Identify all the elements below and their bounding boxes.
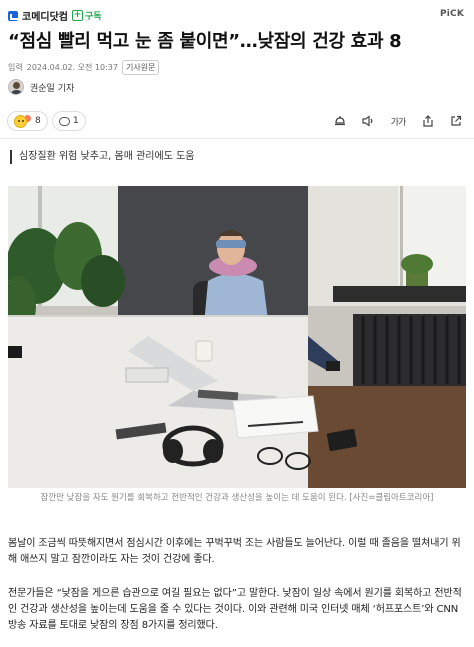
- top-bar: 코메디닷컴 + 구독 PiCK: [0, 0, 474, 30]
- press-brand[interactable]: 코메디닷컴 + 구독: [8, 8, 102, 23]
- plus-icon: +: [72, 10, 83, 21]
- reporter-info[interactable]: 권순일 기자: [8, 79, 74, 95]
- brand-logo-icon: [8, 10, 18, 21]
- share-icon[interactable]: [420, 113, 436, 129]
- reaction-count: 8: [35, 116, 41, 126]
- article-photo: [8, 186, 466, 488]
- subscribe-button[interactable]: + 구독: [72, 9, 102, 22]
- article-paragraph-1: 봄날이 조금씩 따뜻해지면서 점심시간 이후에는 꾸벅꾸벅 조는 사람들도 늘어…: [8, 538, 461, 565]
- subscribe-label: 구독: [85, 12, 102, 22]
- reporter-avatar: [8, 79, 24, 95]
- article-meta: 입력 2024.04.02. 오전 10:37 기사원문: [8, 60, 160, 75]
- font-size-label: 가가: [390, 117, 407, 128]
- meta-prefix: 입력: [8, 63, 23, 72]
- publish-date: 2024.04.02. 오전 10:37: [26, 63, 118, 72]
- office-nap-illustration: [8, 186, 466, 488]
- article-paragraph-2: 전문가들은 “낮잠을 게으른 습관으로 여길 필요는 없다”고 말한다. 낮잠이…: [8, 588, 462, 631]
- article-actions: 8 1 가가: [0, 108, 474, 134]
- comment-button[interactable]: 1: [52, 111, 86, 131]
- divider: [0, 138, 474, 139]
- comment-count: 1: [73, 116, 79, 126]
- photo-caption: 잠깐만 낮잠을 자도 원기를 회복하고 전반적인 건강과 생산성을 높이는 데 …: [40, 493, 434, 503]
- reaction-button[interactable]: 8: [7, 111, 48, 131]
- original-article-link[interactable]: 기사원문: [121, 60, 160, 75]
- brand-name[interactable]: 코메디닷컴: [22, 8, 68, 23]
- font-size-icon[interactable]: 가가: [388, 113, 408, 129]
- audio-icon[interactable]: [360, 113, 376, 129]
- reporter-name: 권순일 기자: [30, 83, 75, 94]
- toolbar-icons: 가가: [332, 113, 464, 129]
- comment-bubble-icon: [59, 116, 70, 126]
- article-subheading: 심장질환 위험 낮추고, 몸매 관리에도 도움: [10, 150, 194, 164]
- pick-label[interactable]: PiCK: [440, 9, 464, 19]
- smile-emoji-icon: [14, 114, 27, 128]
- more-icon[interactable]: [448, 113, 464, 129]
- article-headline: “점심 빨리 먹고 눈 좀 붙이면”…낮잠의 건강 효과 8: [8, 31, 402, 52]
- summary-icon[interactable]: [332, 113, 348, 129]
